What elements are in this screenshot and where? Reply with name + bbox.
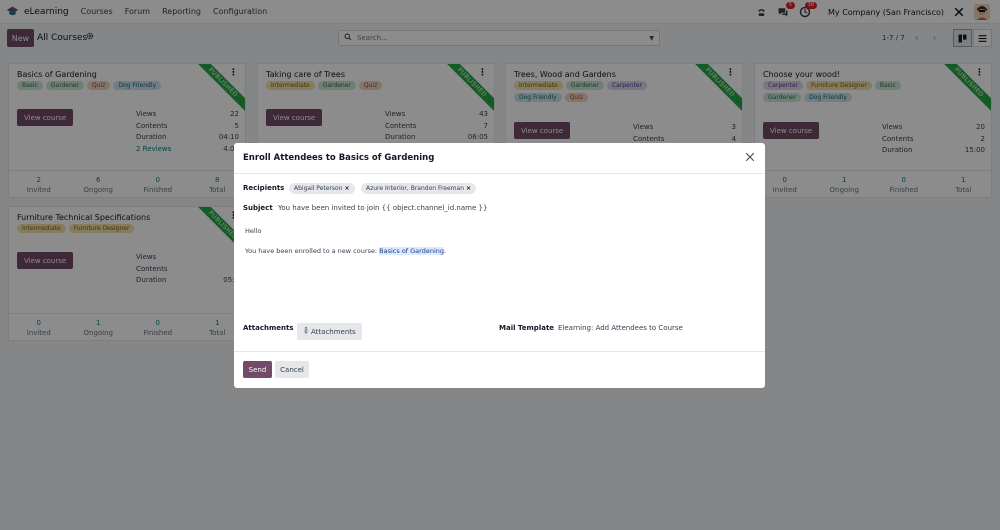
cancel-button[interactable]: Cancel: [275, 361, 309, 378]
attachments-button[interactable]: Attachments: [297, 323, 362, 340]
send-button[interactable]: Send: [243, 361, 272, 378]
body-text: You have been enrolled to a new course:: [245, 247, 380, 255]
subject-label: Subject: [243, 204, 273, 212]
remove-recipient-icon[interactable]: ×: [466, 185, 471, 192]
body-period: .: [444, 247, 447, 255]
footer-divider: [234, 351, 765, 352]
body-line: You have been enrolled to a new course: …: [245, 247, 446, 255]
recipient-tag: Abigail Peterson ×: [289, 183, 355, 194]
body-greeting: Hello: [245, 227, 262, 235]
recipient-tag: Azure Interior, Brandon Freeman ×: [361, 183, 477, 194]
header-divider: [234, 173, 765, 174]
close-icon[interactable]: [743, 150, 757, 164]
recipients-label: Recipients: [243, 184, 285, 192]
enroll-attendees-dialog: Enroll Attendees to Basics of Gardening …: [234, 143, 765, 388]
attachments-button-label: Attachments: [311, 327, 356, 336]
mail-template-field[interactable]: Elearning: Add Attendees to Course: [558, 324, 683, 332]
remove-recipient-icon[interactable]: ×: [345, 185, 350, 192]
mail-template-label: Mail Template: [499, 324, 555, 332]
course-link[interactable]: Basics of Gardening: [379, 247, 445, 255]
recipient-name: Azure Interior, Brandon Freeman: [366, 185, 465, 192]
attachments-label: Attachments: [243, 324, 294, 332]
subject-input[interactable]: You have been invited to join {{ object.…: [278, 204, 487, 212]
dialog-title: Enroll Attendees to Basics of Gardening: [243, 153, 435, 163]
paperclip-icon: [303, 327, 309, 336]
recipient-name: Abigail Peterson: [294, 185, 343, 192]
